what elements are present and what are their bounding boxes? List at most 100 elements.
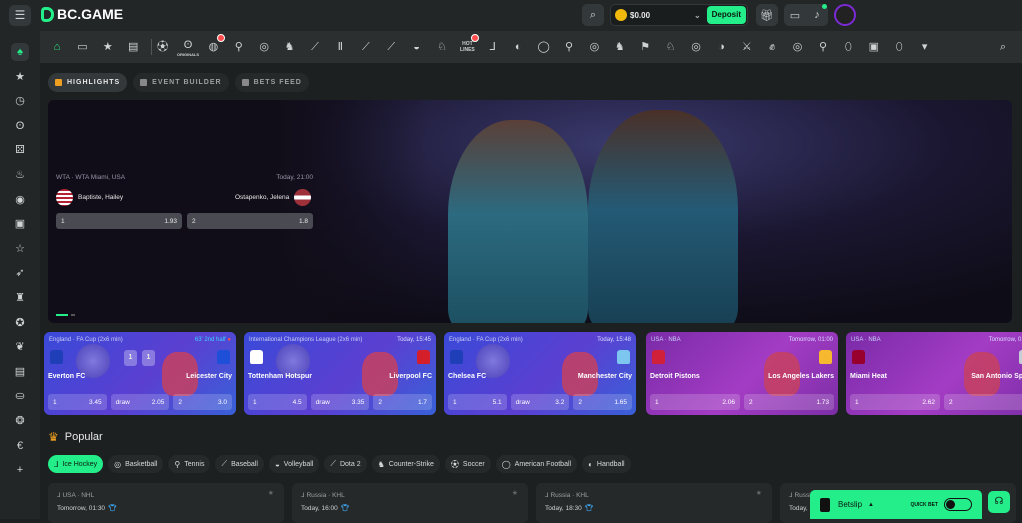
volleyball-icon[interactable]: ◒ — [409, 39, 425, 55]
fifa-icon[interactable]: ▣ — [866, 39, 882, 55]
betslip-bar[interactable]: Betslip ▲ QUICK BET — [810, 490, 982, 519]
leaf-icon[interactable]: ❦ — [11, 338, 29, 356]
dota2-icon[interactable]: ⟋ — [307, 39, 323, 55]
home-icon[interactable]: ⌂ — [49, 39, 65, 55]
cricket-icon[interactable]: ⟋ — [383, 39, 399, 55]
aussie-rules-icon[interactable]: ⬯ — [891, 39, 907, 55]
slots-icon[interactable]: ⚄ — [11, 141, 29, 159]
chip-ice-hockey[interactable]: ⅃ Ice Hockey — [48, 455, 104, 473]
search-icon[interactable]: ⌕ — [995, 39, 1011, 55]
quick-bet-toggle[interactable] — [944, 498, 972, 511]
deposit-button[interactable]: Deposit — [706, 6, 746, 24]
league-of-legends-icon[interactable]: Ⅱ — [332, 39, 348, 55]
odds-button[interactable]: 2 3.0 — [173, 394, 233, 410]
mma-icon[interactable]: ⚔ — [739, 39, 755, 55]
tab-event-builder[interactable]: EVENT BUILDER — [133, 73, 229, 92]
chip-handball[interactable]: ◐ Handball — [582, 455, 631, 473]
soccer-icon[interactable]: ⚽︎ — [155, 39, 171, 55]
star-icon[interactable]: ★ — [756, 489, 762, 497]
menu-icon[interactable]: ☰ — [9, 5, 31, 26]
rugby-icon[interactable]: ◑ — [713, 39, 729, 55]
chip-soccer[interactable]: ⚽︎ Soccer — [444, 455, 491, 473]
match-card[interactable]: ⅃ Russia · KHL Today, 18:30 👕︎ ★ — [536, 483, 772, 523]
logo[interactable]: BC.GAME — [41, 6, 123, 22]
match-card[interactable]: ⅃ Russia · KHL Today, 16:00 👕︎ ★ — [292, 483, 528, 523]
star-icon[interactable]: ★ — [11, 68, 29, 86]
featured-match-card[interactable]: England · FA Cup (2x6 min) Today, 15:48 Ch… — [444, 332, 636, 415]
chip-counter-strike[interactable]: ♞ Counter-Strike — [371, 455, 440, 473]
rugby-league-icon[interactable]: ⬯ — [840, 39, 856, 55]
bag-icon[interactable]: ⛀ — [11, 387, 29, 405]
odds-button[interactable]: 2 1.7 — [373, 394, 433, 410]
odds-button[interactable]: 2 1.65 — [573, 394, 633, 410]
carousel-dots[interactable] — [56, 314, 75, 316]
odds-button[interactable]: 1 3.45 — [48, 394, 107, 410]
chip-dota-2[interactable]: ⟋ Dota 2 — [324, 455, 367, 473]
nba2k-icon[interactable]: ◎ — [790, 39, 806, 55]
recent-icon[interactable]: ◷ — [11, 92, 29, 110]
card-icon[interactable]: ▣ — [11, 215, 29, 233]
avatar[interactable] — [834, 4, 856, 26]
sports-icon[interactable]: ♠ — [11, 43, 29, 61]
chip-baseball[interactable]: ⟋ Baseball — [215, 455, 264, 473]
chip-basketball[interactable]: ◎ Basketball — [108, 455, 164, 473]
favourite-icon[interactable]: ☆ — [11, 240, 29, 258]
tennis-icon[interactable]: ⚲ — [231, 39, 247, 55]
featured-match-card[interactable]: USA · NBA Tomorrow, 01:00 Detroit Pistons L… — [646, 332, 838, 415]
odds-button[interactable]: 2 1.73 — [744, 394, 834, 410]
basketball-icon[interactable]: ◎ — [256, 39, 272, 55]
odds-button-home[interactable]: 1 1.93 — [56, 213, 182, 229]
plus-icon[interactable]: + — [11, 461, 29, 479]
headset-icon[interactable]: ☊ — [988, 491, 1010, 513]
odds-button[interactable]: 2 — [944, 394, 1022, 410]
hot-lines-icon[interactable]: HOT LINES — [459, 34, 480, 55]
star-icon[interactable]: ★ — [100, 39, 116, 55]
chat-icon[interactable]: ▭ — [784, 4, 806, 26]
hot-soccer-icon[interactable]: ◍ — [205, 34, 226, 55]
odds-button[interactable]: 1 5.1 — [448, 394, 507, 410]
originals-icon[interactable]: ʘ — [11, 117, 29, 135]
odds-button[interactable]: draw 3.35 — [310, 394, 370, 410]
table-tennis-icon[interactable]: ⚲ — [561, 39, 577, 55]
castle-icon[interactable]: ♜ — [11, 289, 29, 307]
hero-banner[interactable]: WTA · WTA Miami, USA Today, 21:00 Baptist… — [48, 100, 1012, 323]
horse-icon[interactable]: ♘ — [663, 39, 679, 55]
star-icon[interactable]: ★ — [512, 489, 518, 497]
esports-basketball-icon[interactable]: ◎ — [586, 39, 602, 55]
odds-button[interactable]: 1 4.5 — [248, 394, 307, 410]
more-icon[interactable]: ▾ — [917, 39, 933, 55]
odds-button-away[interactable]: 2 1.8 — [187, 213, 313, 229]
live-icon[interactable]: ▭ — [74, 39, 90, 55]
odds-button[interactable]: 1 2.62 — [850, 394, 940, 410]
featured-match-card[interactable]: International Champions League (2x6 min)… — [244, 332, 436, 415]
match-card[interactable]: ⅃ USA · NHL Tomorrow, 01:30 👕︎ ★ — [48, 483, 284, 523]
baseball-icon[interactable]: ⟋ — [358, 39, 374, 55]
odds-button[interactable]: draw 2.05 — [110, 394, 170, 410]
counter-strike-icon[interactable]: ♞ — [282, 39, 298, 55]
rocket-icon[interactable]: ➶ — [11, 264, 29, 282]
chess-icon[interactable]: ♞ — [612, 39, 628, 55]
ice-hockey-icon[interactable]: ⅃ — [485, 39, 501, 55]
betslip-icon[interactable]: ▤ — [125, 39, 141, 55]
lottery-icon[interactable]: ❂ — [11, 412, 29, 430]
boxing-icon[interactable]: ✊︎ — [764, 39, 780, 55]
american-football-icon[interactable]: ◯ — [536, 39, 552, 55]
odds-button[interactable]: 1 2.06 — [650, 394, 740, 410]
star-icon[interactable]: ★ — [268, 489, 274, 497]
esports-tennis-icon[interactable]: ⚲ — [815, 39, 831, 55]
chip-american-football[interactable]: ◯ American Football — [495, 455, 578, 473]
featured-match-card[interactable]: England · FA Cup (2x6 min) 63' 2nd half ●… — [44, 332, 236, 415]
tab-highlights[interactable]: HIGHLIGHTS — [48, 73, 128, 92]
promo-icon[interactable]: ✪ — [11, 314, 29, 332]
gift-icon[interactable]: 🎁︎ — [756, 4, 778, 26]
penalty-icon[interactable]: ◎ — [688, 39, 704, 55]
horse-racing-icon[interactable]: ♘ — [434, 39, 450, 55]
chip-tennis[interactable]: ⚲ Tennis — [168, 455, 211, 473]
tab-bets-feed[interactable]: BETS FEED — [234, 73, 309, 92]
originals-icon[interactable]: ʘ ORIGINALS — [177, 39, 199, 57]
handball-icon[interactable]: ◐ — [510, 39, 526, 55]
chip-volleyball[interactable]: ◒ Volleyball — [268, 455, 320, 473]
search-icon[interactable]: ⌕ — [582, 4, 604, 26]
odds-button[interactable]: draw 3.2 — [510, 394, 570, 410]
motorsport-icon[interactable]: ⚑ — [637, 39, 653, 55]
